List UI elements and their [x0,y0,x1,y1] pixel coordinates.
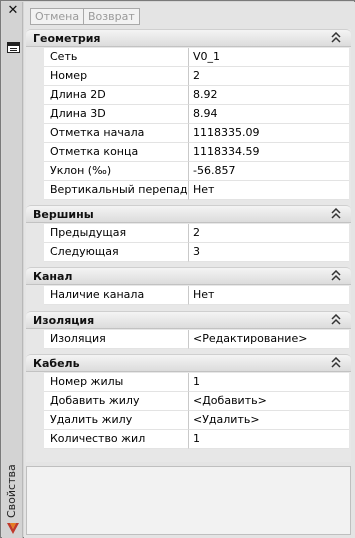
property-name: Сеть [44,48,189,67]
property-value[interactable]: 8.92 [189,86,349,105]
palette-title: Свойства [5,464,18,518]
property-row[interactable]: Отметка начала 1118335.09 [26,124,351,143]
property-name: Наличие канала [44,286,189,305]
palette-toolbar: Отмена Возврат [24,2,355,28]
property-row[interactable]: Уклон (‰) -56.857 [26,162,351,181]
property-row[interactable]: Номер 2 [26,67,351,86]
redo-button[interactable]: Возврат [83,8,140,25]
chevron-double-up-icon[interactable] [331,357,341,369]
property-row[interactable]: Изоляция <Редактирование> [26,330,351,349]
property-row[interactable]: Добавить жилу <Добавить> [26,392,351,411]
property-row[interactable]: Удалить жилу <Удалить> [26,411,351,430]
property-value[interactable]: <Редактирование> [189,330,349,349]
chevron-double-up-icon[interactable] [331,208,341,220]
property-name: Вертикальный перепад [44,181,189,200]
property-grid: Геометрия Сеть V0_1 Номер 2 Длина 2D 8.92 Д… [26,29,351,462]
chevron-double-up-icon[interactable] [331,32,341,44]
category-vertices[interactable]: Вершины [26,205,351,223]
property-name: Отметка начала [44,124,189,143]
property-value[interactable]: 1118335.09 [189,124,349,143]
palette-body: Отмена Возврат Геометрия Сеть V0_1 Номер 2… [24,2,355,538]
property-value[interactable]: 3 [189,243,349,262]
property-row[interactable]: Следующая 3 [26,243,351,262]
property-name: Следующая [44,243,189,262]
chevron-double-up-icon[interactable] [331,270,341,282]
category-label: Изоляция [33,314,95,327]
property-row[interactable]: Длина 2D 8.92 [26,86,351,105]
property-value[interactable]: V0_1 [189,48,349,67]
property-value[interactable]: 8.94 [189,105,349,124]
palette-title-bar[interactable]: ✕ Свойства [2,2,23,538]
category-label: Вершины [33,208,94,221]
chevron-double-up-icon[interactable] [331,314,341,326]
property-value[interactable]: 1 [189,373,349,392]
property-value[interactable]: <Удалить> [189,411,349,430]
property-row[interactable]: Номер жилы 1 [26,373,351,392]
property-value[interactable]: 2 [189,224,349,243]
property-name: Длина 2D [44,86,189,105]
property-row[interactable]: Длина 3D 8.94 [26,105,351,124]
property-value[interactable]: <Добавить> [189,392,349,411]
property-name: Изоляция [44,330,189,349]
property-name: Номер жилы [44,373,189,392]
property-value[interactable]: 2 [189,67,349,86]
category-label: Канал [33,270,73,283]
property-name: Удалить жилу [44,411,189,430]
app-logo-icon [7,523,19,534]
property-name: Уклон (‰) [44,162,189,181]
category-insulation[interactable]: Изоляция [26,311,351,329]
property-value[interactable]: 1118334.59 [189,143,349,162]
property-name: Отметка конца [44,143,189,162]
description-panel [26,466,351,535]
property-name: Длина 3D [44,105,189,124]
category-cable[interactable]: Кабель [26,354,351,372]
property-row[interactable]: Наличие канала Нет [26,286,351,305]
undo-button[interactable]: Отмена [30,8,85,25]
close-icon[interactable]: ✕ [7,4,19,17]
category-channel[interactable]: Канал [26,267,351,285]
property-row[interactable]: Сеть V0_1 [26,48,351,67]
property-value[interactable]: Нет [189,286,349,305]
category-geometry[interactable]: Геометрия [26,29,351,47]
properties-palette: ✕ Свойства Отмена Возврат Геометрия Сеть… [0,0,355,538]
property-name: Добавить жилу [44,392,189,411]
category-label: Кабель [33,357,80,370]
properties-panel-icon[interactable] [7,42,20,53]
property-name: Предыдущая [44,224,189,243]
property-row[interactable]: Вертикальный перепад Нет [26,181,351,200]
property-row[interactable]: Отметка конца 1118334.59 [26,143,351,162]
property-name: Количество жил [44,430,189,449]
property-name: Номер [44,67,189,86]
property-value[interactable]: 1 [189,430,349,449]
property-row[interactable]: Количество жил 1 [26,430,351,449]
property-value[interactable]: -56.857 [189,162,349,181]
property-value[interactable]: Нет [189,181,349,200]
property-row[interactable]: Предыдущая 2 [26,224,351,243]
category-label: Геометрия [33,32,101,45]
